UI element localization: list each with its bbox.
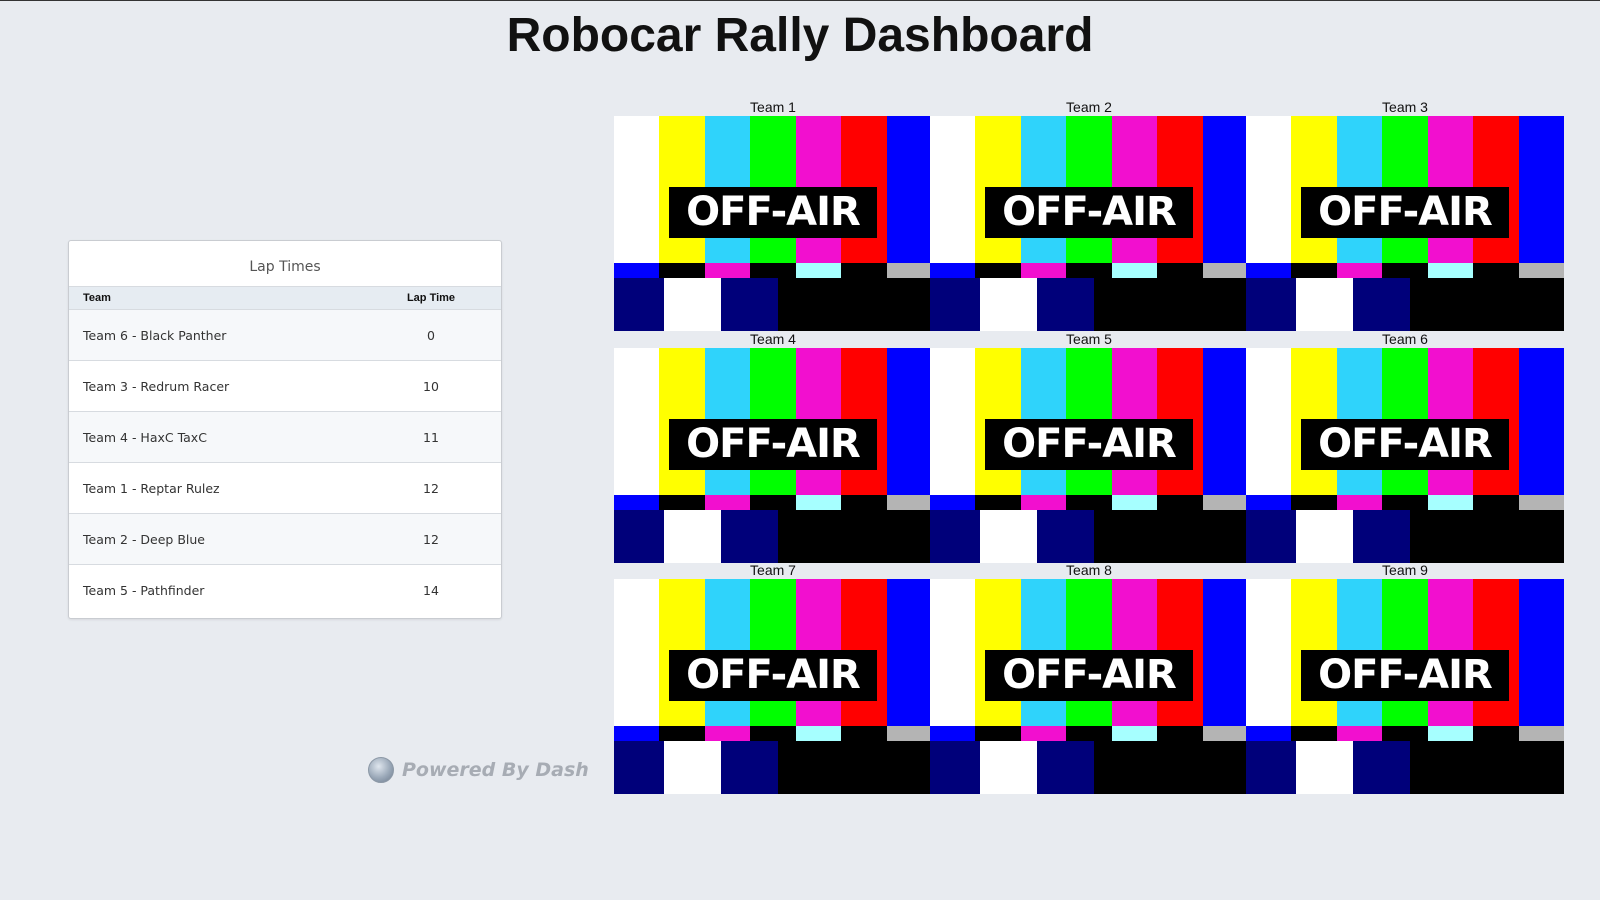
lap-time-cell: 12 — [361, 513, 501, 565]
video-feed-tile: Team 7 OFF-AIR — [614, 561, 932, 794]
video-feed-tile: Team 6 OFF-AIR — [1246, 330, 1564, 563]
off-air-banner: OFF-AIR — [1301, 650, 1509, 701]
feed-label: Team 1 — [750, 99, 796, 115]
table-row: Team 3 - Redrum Racer 10 — [69, 360, 501, 412]
lap-times-title: Lap Times — [69, 241, 501, 287]
off-air-banner: OFF-AIR — [669, 419, 877, 470]
column-header-team[interactable]: Team — [69, 287, 361, 310]
feed-label: Team 7 — [750, 562, 796, 578]
lap-time-cell: 12 — [361, 462, 501, 514]
off-air-banner: OFF-AIR — [985, 419, 1193, 470]
off-air-test-pattern: OFF-AIR — [930, 579, 1248, 794]
video-feed-tile: Team 2 OFF-AIR — [930, 98, 1248, 331]
powered-by-dash[interactable]: Powered By Dash — [368, 757, 589, 783]
lap-time-cell: 0 — [361, 309, 501, 361]
video-feed-tile: Team 3 OFF-AIR — [1246, 98, 1564, 331]
team-name-cell: Team 1 - Reptar Rulez — [69, 462, 361, 514]
video-feed-tile: Team 4 OFF-AIR — [614, 330, 932, 563]
table-row: Team 6 - Black Panther 0 — [69, 309, 501, 361]
off-air-test-pattern: OFF-AIR — [614, 579, 932, 794]
table-row: Team 4 - HaxC TaxC 11 — [69, 411, 501, 463]
lap-times-panel: Lap Times Team Lap Time Team 6 - Black P… — [68, 240, 502, 619]
off-air-test-pattern: OFF-AIR — [614, 348, 932, 563]
powered-by-label: Powered By Dash — [402, 759, 589, 781]
feed-label: Team 5 — [1066, 331, 1112, 347]
table-row: Team 5 - Pathfinder 14 — [69, 564, 501, 615]
feed-label: Team 2 — [1066, 99, 1112, 115]
table-row: Team 1 - Reptar Rulez 12 — [69, 462, 501, 514]
page-title: Robocar Rally Dashboard — [506, 9, 1094, 62]
feed-label: Team 9 — [1382, 562, 1428, 578]
dash-logo-icon — [368, 757, 394, 783]
table-row: Team 2 - Deep Blue 12 — [69, 513, 501, 565]
feed-label: Team 4 — [750, 331, 796, 347]
top-border — [0, 0, 1600, 1]
video-feed-tile: Team 9 OFF-AIR — [1246, 561, 1564, 794]
video-feed-tile: Team 5 OFF-AIR — [930, 330, 1248, 563]
feed-label: Team 3 — [1382, 99, 1428, 115]
lap-time-cell: 10 — [361, 360, 501, 412]
lap-time-cell: 11 — [361, 411, 501, 463]
team-name-cell: Team 2 - Deep Blue — [69, 513, 361, 565]
feed-label: Team 6 — [1382, 331, 1428, 347]
off-air-banner: OFF-AIR — [669, 187, 877, 238]
team-name-cell: Team 3 - Redrum Racer — [69, 360, 361, 412]
off-air-banner: OFF-AIR — [669, 650, 877, 701]
off-air-test-pattern: OFF-AIR — [930, 348, 1248, 563]
off-air-test-pattern: OFF-AIR — [930, 116, 1248, 331]
lap-times-table: Team Lap Time Team 6 - Black Panther 0 Tea… — [69, 287, 501, 615]
off-air-test-pattern: OFF-AIR — [1246, 579, 1564, 794]
off-air-test-pattern: OFF-AIR — [1246, 348, 1564, 563]
feed-label: Team 8 — [1066, 562, 1112, 578]
column-header-lap-time[interactable]: Lap Time — [361, 287, 501, 310]
lap-time-cell: 14 — [361, 564, 501, 615]
team-name-cell: Team 4 - HaxC TaxC — [69, 411, 361, 463]
off-air-test-pattern: OFF-AIR — [614, 116, 932, 331]
team-name-cell: Team 6 - Black Panther — [69, 309, 361, 361]
off-air-banner: OFF-AIR — [985, 187, 1193, 238]
off-air-test-pattern: OFF-AIR — [1246, 116, 1564, 331]
off-air-banner: OFF-AIR — [1301, 419, 1509, 470]
team-name-cell: Team 5 - Pathfinder — [69, 564, 361, 615]
video-feed-tile: Team 8 OFF-AIR — [930, 561, 1248, 794]
off-air-banner: OFF-AIR — [985, 650, 1193, 701]
off-air-banner: OFF-AIR — [1301, 187, 1509, 238]
video-feed-tile: Team 1 OFF-AIR — [614, 98, 932, 331]
